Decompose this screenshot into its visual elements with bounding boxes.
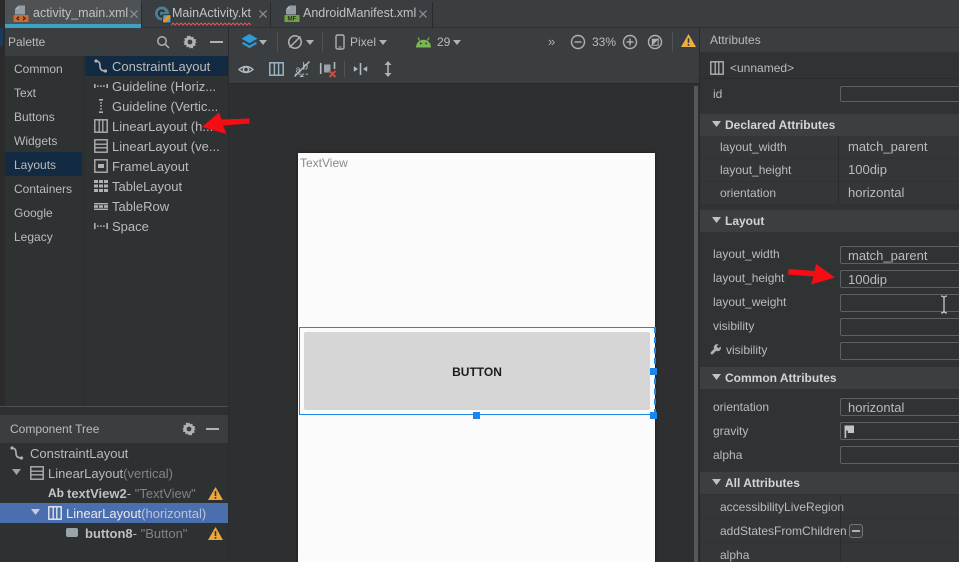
svg-text:MF: MF (288, 16, 297, 22)
